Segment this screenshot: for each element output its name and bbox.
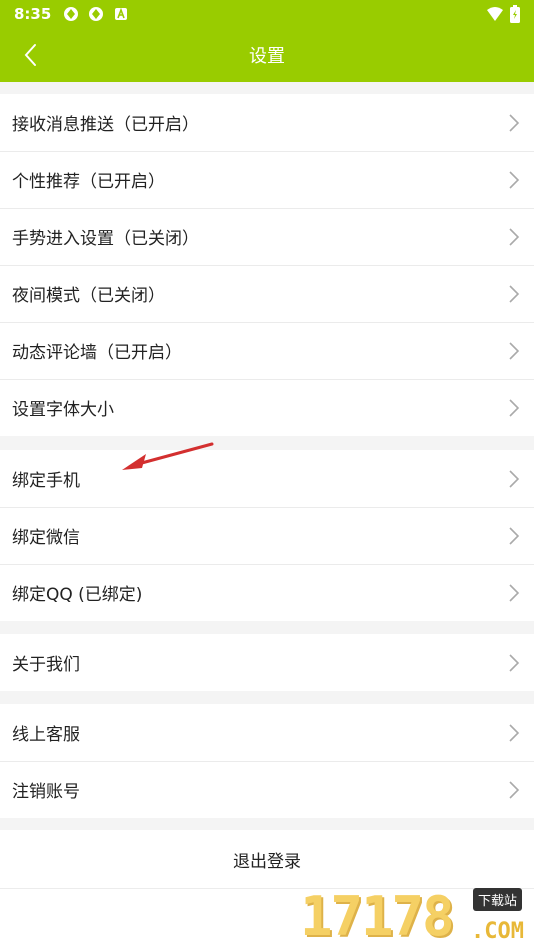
night-mode-setting[interactable]: 夜间模式（已关闭）	[0, 265, 534, 322]
chevron-right-icon	[509, 653, 520, 672]
page-title: 设置	[249, 46, 285, 67]
row-label: 手势进入设置（已关闭）	[12, 229, 199, 249]
row-label: 线上客服	[12, 725, 80, 745]
chevron-right-icon	[509, 398, 520, 417]
app-header: 8:35 设置	[0, 0, 534, 82]
personalized-recommendation-setting[interactable]: 个性推荐（已开启）	[0, 151, 534, 208]
wifi-icon	[487, 7, 503, 21]
row-label: 绑定手机	[12, 471, 80, 491]
logout-button[interactable]: 退出登录	[0, 830, 534, 888]
row-label: 设置字体大小	[12, 400, 114, 420]
chevron-right-icon	[509, 227, 520, 246]
watermark-logo: 17178 下载站 .COM	[300, 885, 530, 948]
chevron-right-icon	[509, 170, 520, 189]
settings-section-about: 关于我们	[0, 634, 534, 691]
chevron-right-icon	[509, 469, 520, 488]
chevron-right-icon	[509, 284, 520, 303]
about-us-setting[interactable]: 关于我们	[0, 634, 534, 691]
chevron-right-icon	[509, 341, 520, 360]
status-time: 8:35	[14, 5, 52, 23]
row-label: 夜间模式（已关闭）	[12, 286, 165, 306]
chevron-right-icon	[509, 780, 520, 799]
status-bar: 8:35	[0, 0, 534, 28]
row-label: 关于我们	[12, 655, 80, 675]
annotation-arrow-icon	[122, 442, 214, 470]
app-notification-icon	[89, 7, 104, 21]
settings-section-account: 线上客服 注销账号	[0, 704, 534, 818]
row-label: 绑定微信	[12, 528, 80, 548]
back-arrow-icon	[24, 44, 36, 66]
back-button[interactable]	[12, 36, 48, 74]
push-notification-setting[interactable]: 接收消息推送（已开启）	[0, 94, 534, 151]
chevron-right-icon	[509, 723, 520, 742]
logout-label: 退出登录	[233, 851, 301, 872]
settings-section-bindings: 绑定手机 绑定微信 绑定QQ (已绑定)	[0, 450, 534, 621]
row-label: 注销账号	[12, 782, 80, 802]
customer-service-setting[interactable]: 线上客服	[0, 704, 534, 761]
row-label: 动态评论墙（已开启）	[12, 343, 182, 363]
chevron-right-icon	[509, 583, 520, 602]
bind-phone-setting[interactable]: 绑定手机	[0, 450, 534, 507]
chevron-right-icon	[509, 113, 520, 132]
row-label: 接收消息推送（已开启）	[12, 115, 199, 135]
watermark-tag: 下载站	[472, 888, 522, 911]
row-label: 个性推荐（已开启）	[12, 172, 165, 192]
app-notification-icon	[64, 7, 79, 21]
bind-wechat-setting[interactable]: 绑定微信	[0, 507, 534, 564]
a-notification-icon	[115, 7, 128, 20]
status-indicators	[486, 5, 520, 23]
delete-account-setting[interactable]: 注销账号	[0, 761, 534, 818]
comment-wall-setting[interactable]: 动态评论墙（已开启）	[0, 322, 534, 379]
watermark-domain: .COM	[471, 919, 524, 944]
battery-icon	[510, 5, 520, 23]
chevron-right-icon	[509, 526, 520, 545]
title-bar: 设置	[0, 28, 534, 82]
row-label: 绑定QQ (已绑定)	[12, 585, 143, 605]
font-size-setting[interactable]: 设置字体大小	[0, 379, 534, 436]
gesture-settings-setting[interactable]: 手势进入设置（已关闭）	[0, 208, 534, 265]
bind-qq-setting[interactable]: 绑定QQ (已绑定)	[0, 564, 534, 621]
settings-section-preferences: 接收消息推送（已开启） 个性推荐（已开启） 手势进入设置（已关闭） 夜间模式（已…	[0, 94, 534, 436]
watermark-digits: 17178	[300, 885, 455, 948]
